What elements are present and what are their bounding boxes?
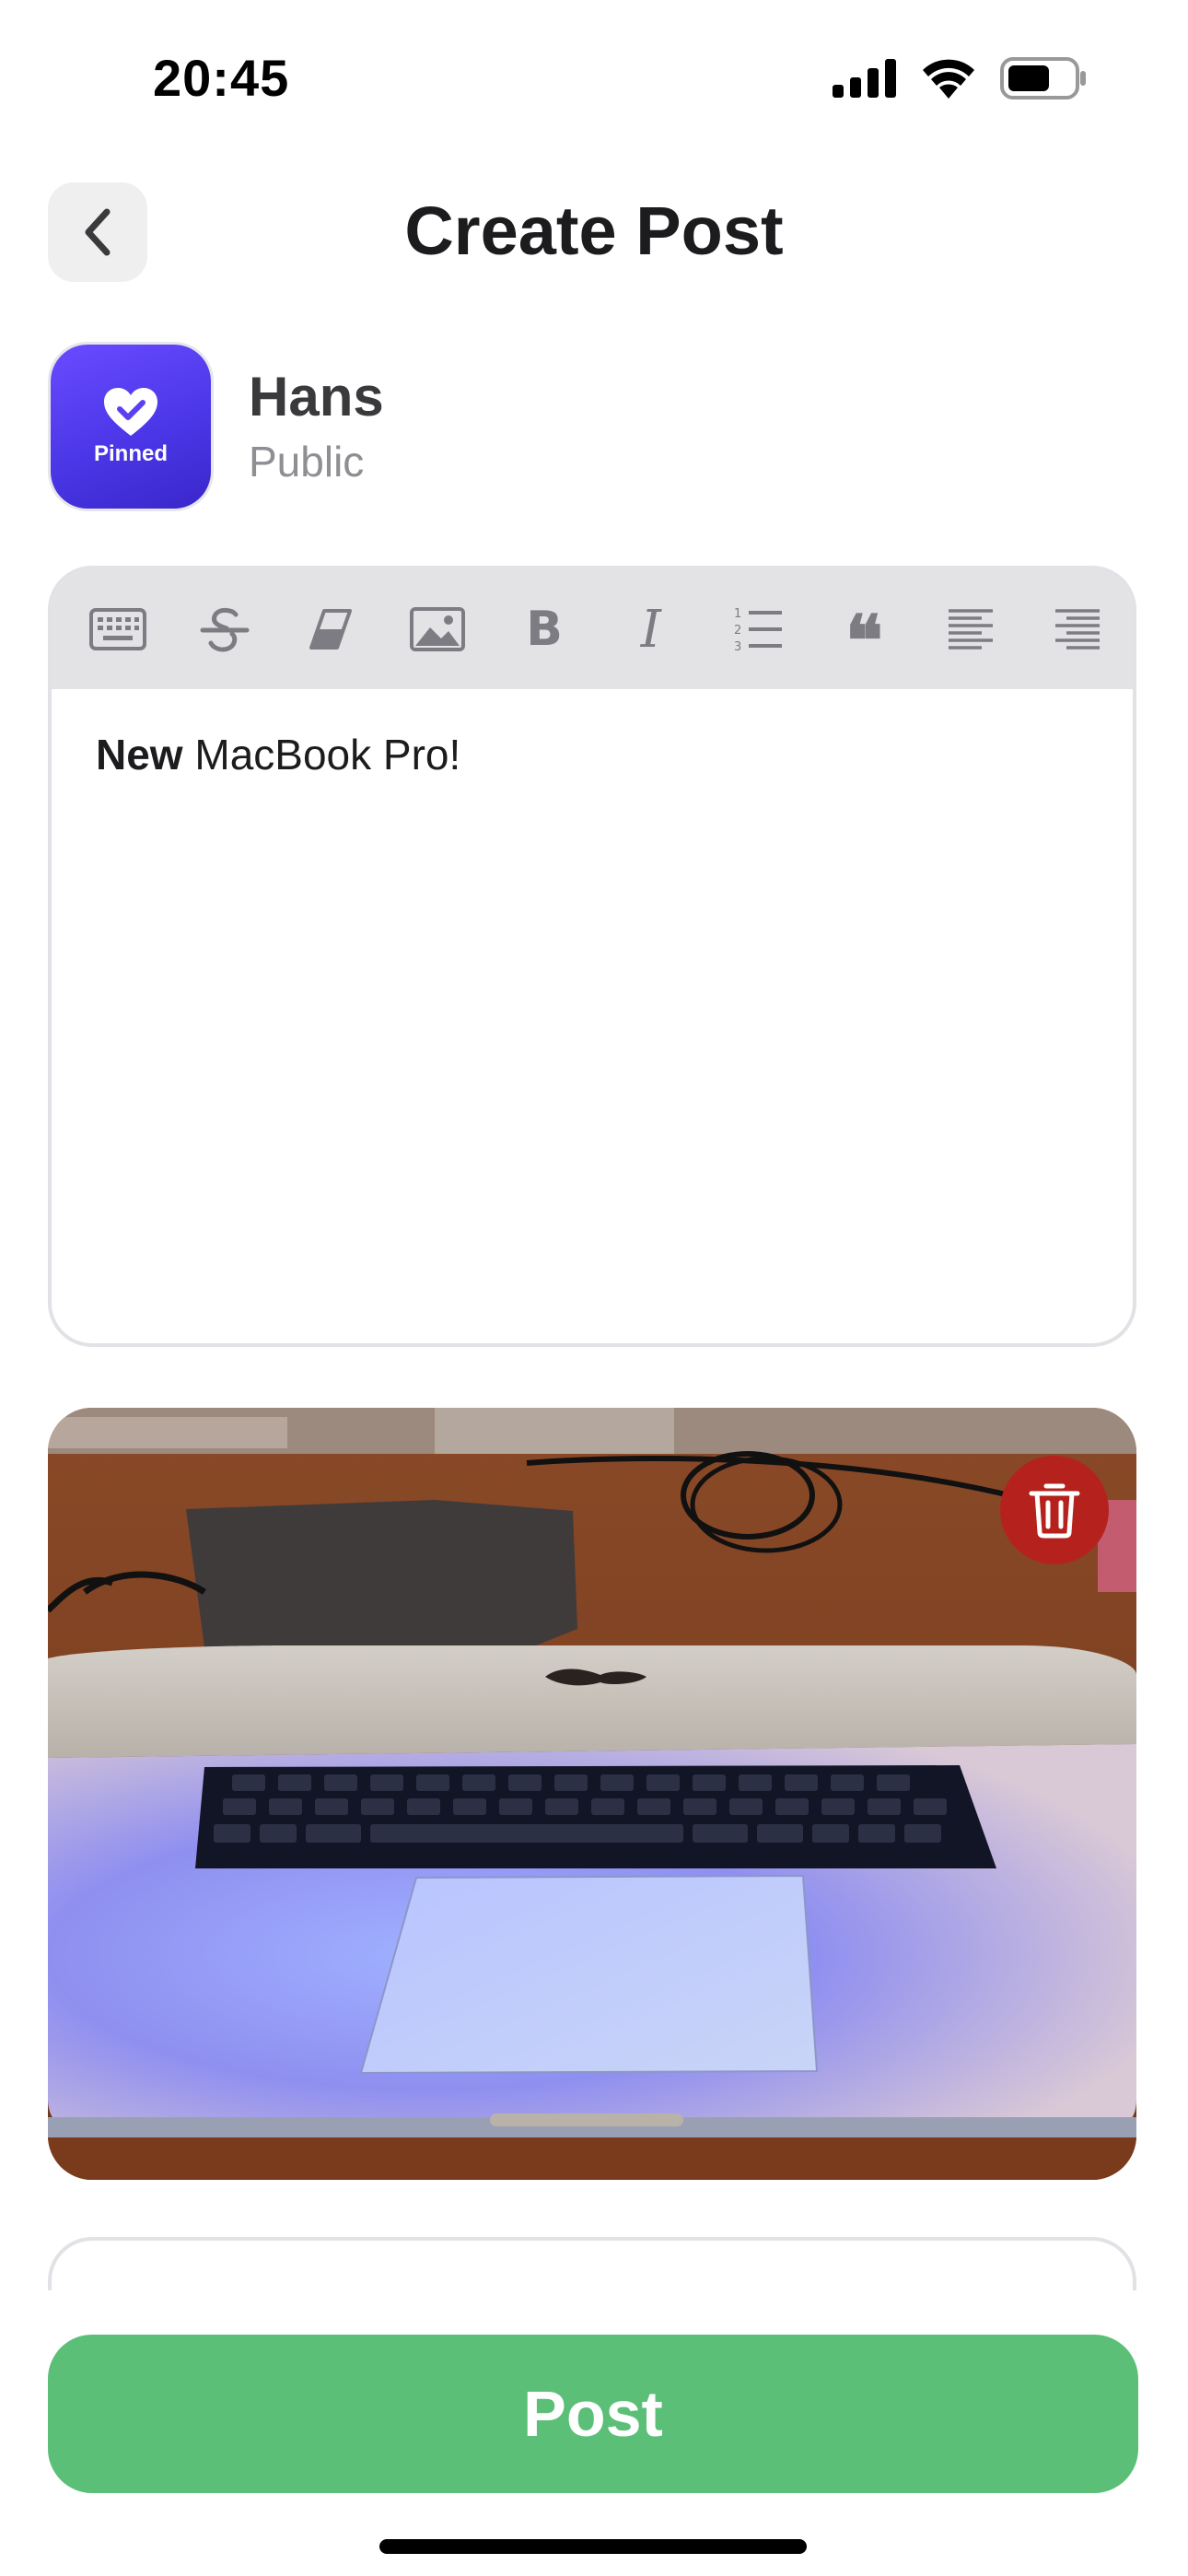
quote-icon: ❝ bbox=[844, 600, 883, 682]
ordered-list-icon: 1 2 3 bbox=[734, 607, 782, 653]
italic-button[interactable]: I bbox=[622, 599, 681, 660]
svg-text:1: 1 bbox=[734, 607, 741, 621]
image-icon bbox=[410, 607, 466, 651]
wifi-icon bbox=[921, 58, 976, 103]
home-indicator bbox=[379, 2539, 807, 2554]
page-title: Create Post bbox=[404, 193, 784, 269]
italic-icon: I bbox=[640, 599, 661, 660]
align-right-icon bbox=[1054, 609, 1100, 650]
delete-photo-button[interactable] bbox=[1000, 1456, 1109, 1564]
battery-icon bbox=[1000, 57, 1087, 104]
visibility-label[interactable]: Public bbox=[249, 437, 364, 486]
attached-photo[interactable] bbox=[48, 1408, 1136, 2180]
align-left-button[interactable] bbox=[941, 600, 1000, 659]
insert-image-button[interactable] bbox=[408, 600, 467, 659]
status-time: 20:45 bbox=[153, 49, 290, 107]
avatar-label: Pinned bbox=[93, 441, 168, 466]
align-left-icon bbox=[949, 609, 994, 650]
strikethrough-icon bbox=[200, 607, 250, 652]
keyboard-button[interactable] bbox=[88, 600, 147, 659]
create-post-screen: 20:45 Create Post Pinned Hans Public B I… bbox=[0, 0, 1188, 2576]
author-name: Hans bbox=[249, 366, 384, 427]
keyboard-icon bbox=[89, 608, 146, 650]
align-right-button[interactable] bbox=[1048, 600, 1107, 659]
post-button[interactable]: Post bbox=[48, 2335, 1138, 2493]
formatting-toolbar: B I 1 2 3 ❝ bbox=[52, 569, 1133, 689]
bold-button[interactable]: B bbox=[515, 600, 574, 659]
eraser-button[interactable] bbox=[302, 600, 361, 659]
avatar: Pinned bbox=[51, 345, 211, 509]
post-text-area[interactable]: New MacBook Pro! bbox=[52, 689, 1133, 1343]
quote-button[interactable]: ❝ bbox=[834, 588, 893, 676]
strikethrough-button[interactable] bbox=[195, 600, 254, 659]
eraser-icon bbox=[309, 609, 352, 650]
laptop-photo bbox=[48, 1408, 1136, 2180]
status-icons bbox=[833, 57, 1087, 104]
status-bar: 20:45 bbox=[0, 0, 1188, 147]
post-editor: B I 1 2 3 ❝ New MacBook Pro! bbox=[48, 566, 1136, 1347]
back-button[interactable] bbox=[48, 182, 147, 282]
svg-text:3: 3 bbox=[734, 640, 741, 653]
chevron-left-icon bbox=[85, 208, 111, 256]
heart-check-icon bbox=[104, 388, 157, 436]
bold-icon: B bbox=[526, 602, 563, 657]
cellular-signal-icon bbox=[833, 59, 897, 102]
bold-text: New bbox=[96, 731, 183, 779]
trash-icon bbox=[1029, 1483, 1080, 1539]
svg-text:2: 2 bbox=[734, 624, 741, 638]
post-text: MacBook Pro! bbox=[182, 731, 461, 779]
ordered-list-button[interactable]: 1 2 3 bbox=[728, 600, 787, 659]
